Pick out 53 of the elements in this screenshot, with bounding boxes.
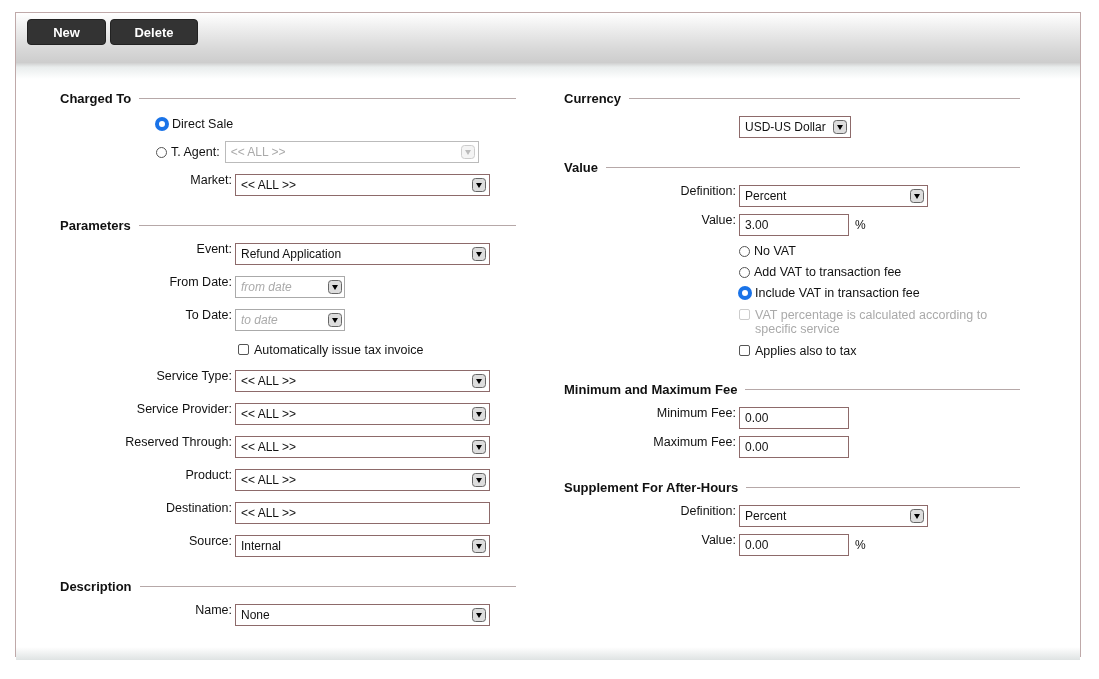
radio-button[interactable]: Direct Sale	[156, 117, 234, 131]
field-label: To Date:	[184, 308, 233, 322]
text-field[interactable]: << ALL >>	[235, 501, 490, 524]
date-field[interactable]: from date	[235, 275, 345, 298]
field-label: Event:	[195, 242, 233, 256]
radio-button[interactable]: No VAT	[739, 244, 796, 258]
dropdown-field[interactable]: << ALL >>	[235, 173, 490, 196]
dropdown-field[interactable]: None	[235, 603, 490, 626]
unit-label: %	[855, 217, 866, 232]
checkbox[interactable]: Applies also to tax	[739, 344, 995, 358]
field-label: Product:	[184, 468, 233, 482]
radio-button[interactable]: Add VAT to transaction fee	[739, 265, 902, 279]
section-title: Charged To	[60, 90, 132, 106]
text-field[interactable]: 0.00	[739, 533, 849, 556]
section-title: Parameters	[60, 217, 131, 233]
field-label: Name:	[194, 603, 233, 617]
text-field[interactable]: 0.00	[739, 406, 849, 429]
dropdown-field[interactable]: << ALL >>	[235, 369, 490, 392]
section-title: Supplement For After-Hours	[564, 479, 739, 495]
toolbar-button[interactable]: New	[27, 19, 106, 45]
section-title: Description	[60, 578, 132, 594]
field-label: Maximum Fee:	[652, 435, 737, 449]
dropdown-field[interactable]: Refund Application	[235, 242, 490, 265]
field-label: Source:	[187, 534, 233, 548]
radio-button[interactable]: T. Agent:	[156, 145, 220, 159]
field-label: Definition:	[679, 504, 737, 518]
dropdown-field[interactable]: USD-US Dollar	[739, 115, 851, 138]
field-label: Value:	[700, 213, 737, 227]
dropdown-field[interactable]: << ALL >>	[235, 402, 490, 425]
section-title: Value	[564, 159, 598, 175]
field-label: Value:	[700, 533, 737, 547]
field-label: Destination:	[165, 501, 233, 515]
text-field[interactable]: 3.00	[739, 213, 849, 236]
dropdown-field[interactable]: << ALL >>	[235, 435, 490, 458]
dropdown-field[interactable]: Percent	[739, 184, 928, 207]
radio-button[interactable]: Include VAT in transaction fee	[739, 286, 920, 300]
date-field[interactable]: to date	[235, 308, 345, 331]
toolbar-button[interactable]: Delete	[110, 19, 198, 45]
text-field[interactable]: 0.00	[739, 435, 849, 458]
checkbox[interactable]: Automatically issue tax invoice	[238, 343, 494, 357]
dropdown-field[interactable]: << ALL >>	[235, 468, 490, 491]
section-title: Currency	[564, 90, 622, 106]
field-label: Reserved Through:	[124, 435, 233, 449]
unit-label: %	[855, 537, 866, 552]
field-label: Minimum Fee:	[655, 406, 737, 420]
dropdown-field[interactable]: Percent	[739, 504, 928, 527]
field-label: Service Provider:	[135, 402, 233, 416]
dropdown-field[interactable]: Internal	[235, 534, 490, 557]
field-label: Definition:	[679, 184, 737, 198]
field-label: From Date:	[168, 275, 233, 289]
field-label: Market:	[189, 173, 233, 187]
section-title: Minimum and Maximum Fee	[564, 381, 738, 397]
field-label: Service Type:	[155, 369, 233, 383]
